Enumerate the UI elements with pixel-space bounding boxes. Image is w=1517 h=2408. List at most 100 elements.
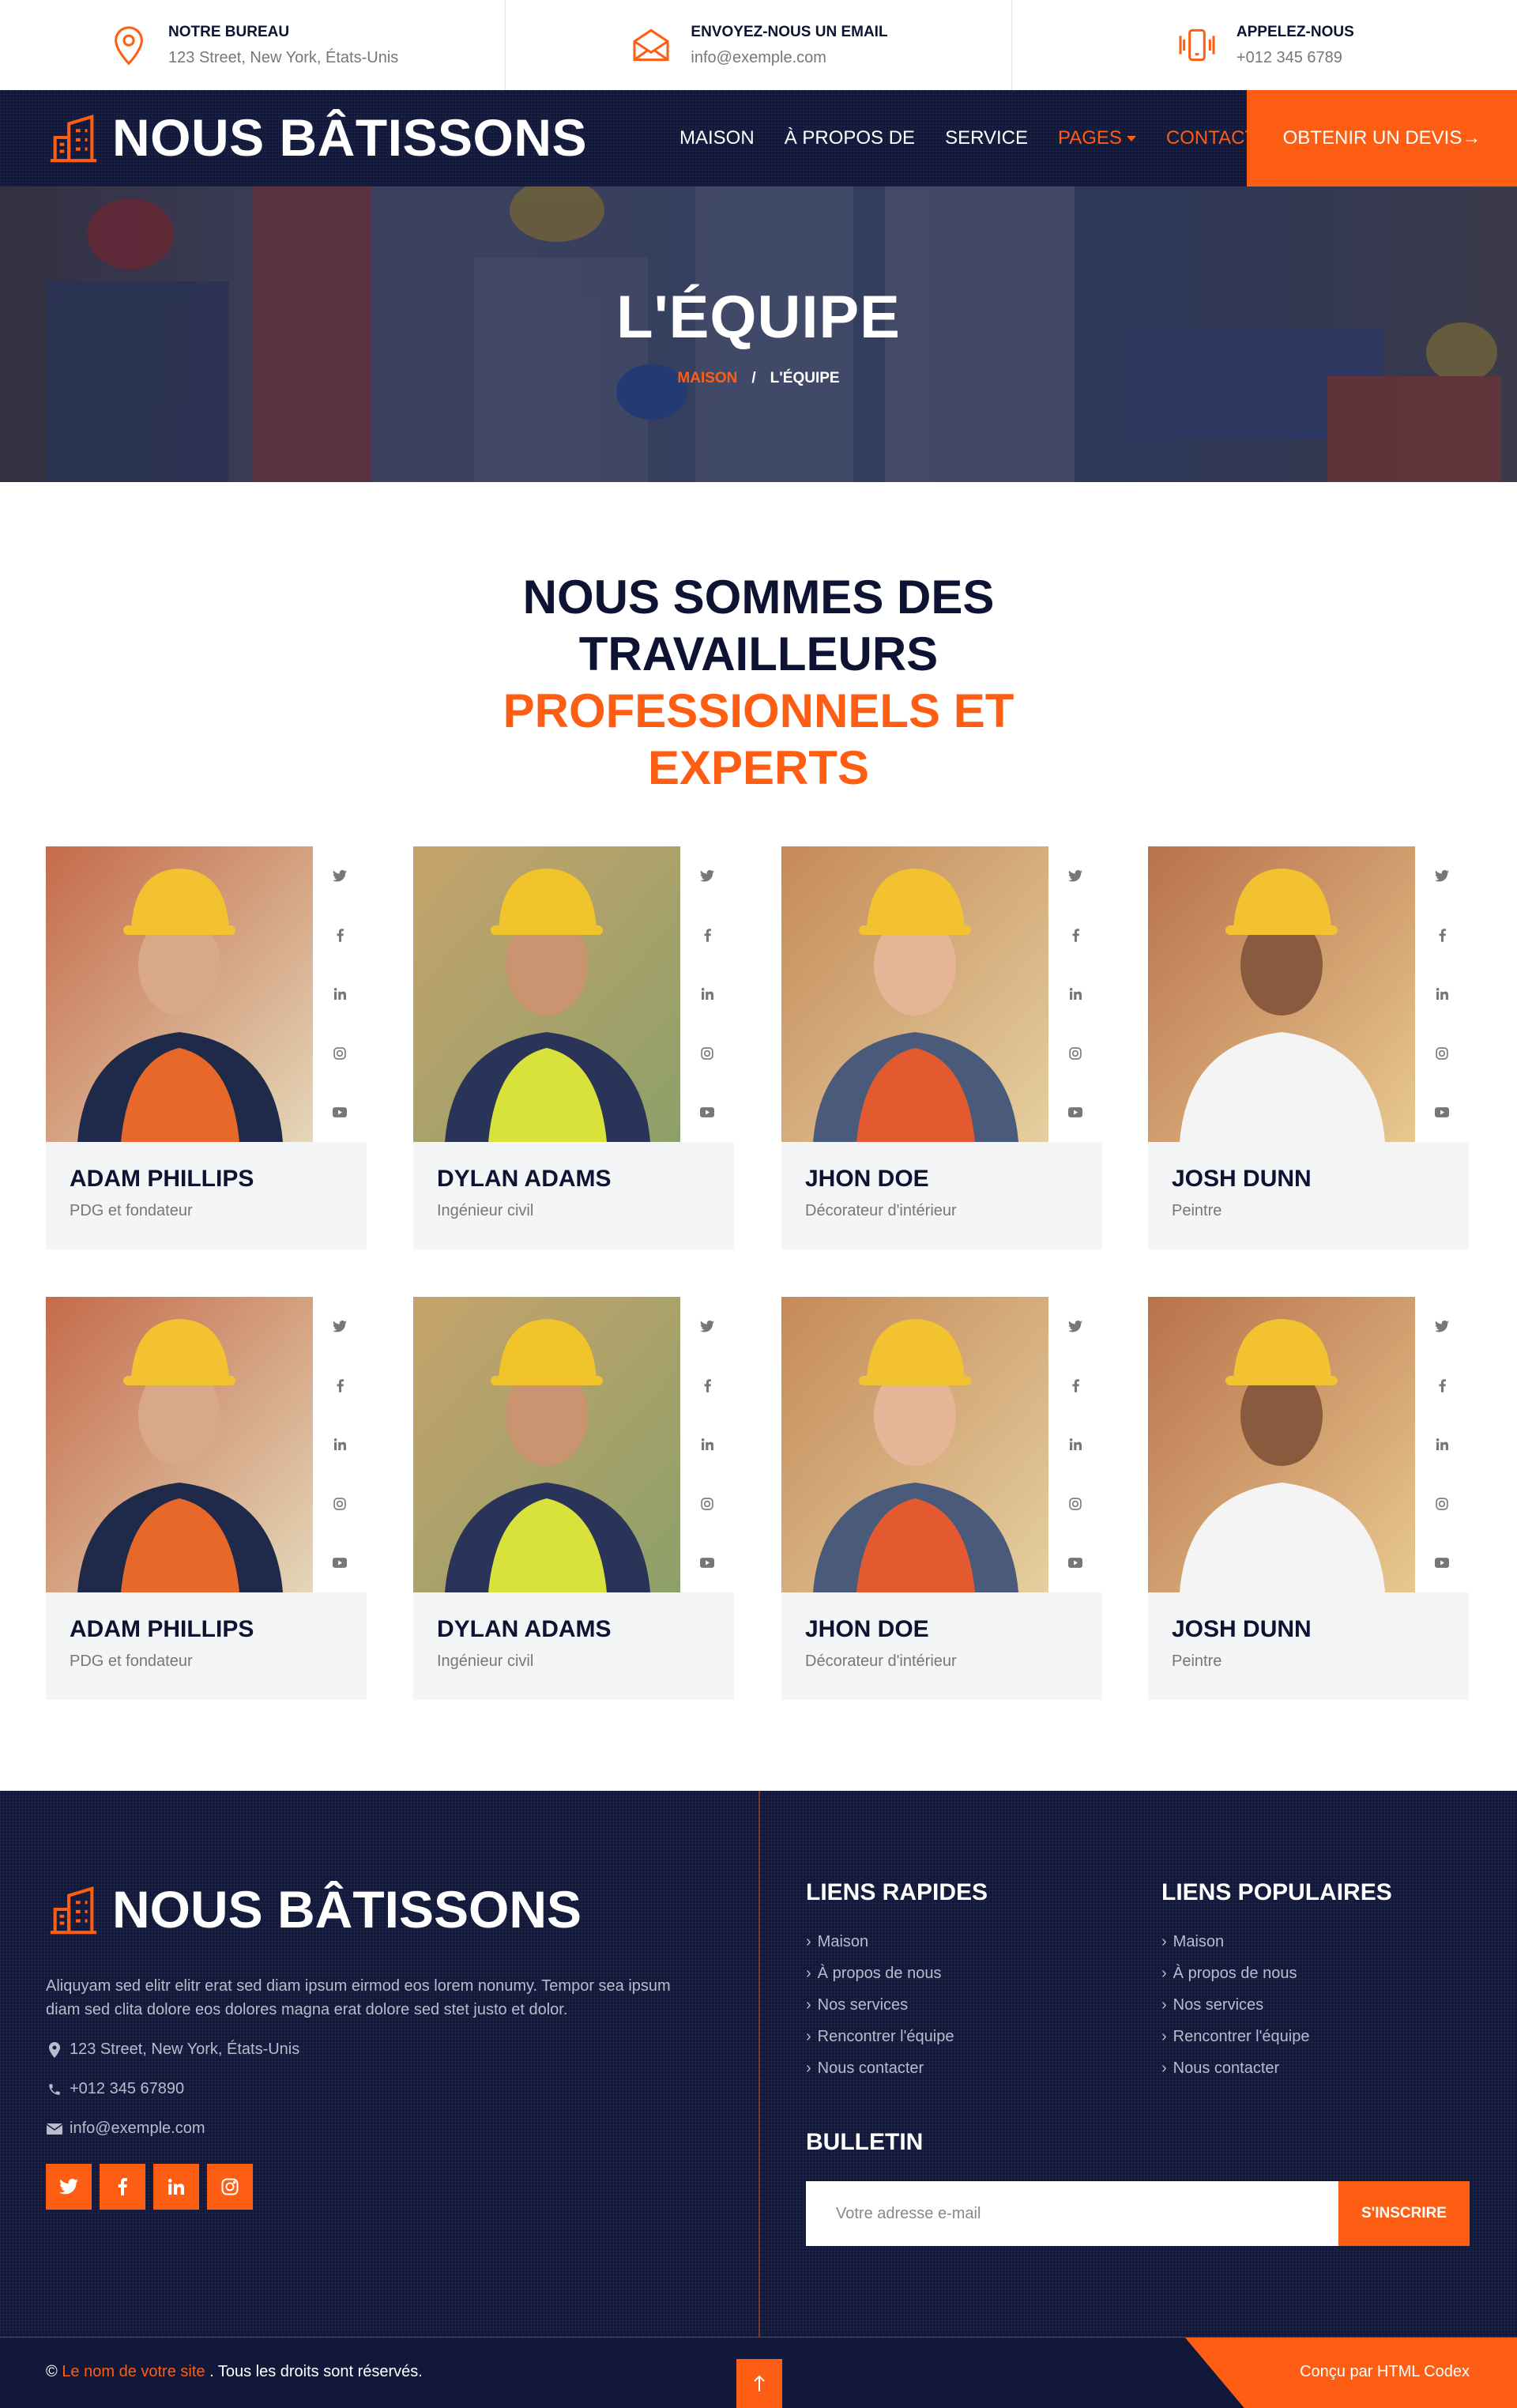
instagram-icon[interactable] (1067, 1045, 1084, 1062)
footer-email-text[interactable]: info@exemple.com (70, 2120, 205, 2138)
newsletter-email-input[interactable] (806, 2181, 1338, 2246)
instagram-icon[interactable] (698, 1045, 716, 1062)
email-title: ENVOYEZ-NOUS UN EMAIL (691, 23, 888, 40)
footer-link[interactable]: › Maison (806, 1933, 868, 1951)
title-line-1: NOUS SOMMES DES (522, 571, 995, 624)
site-name-link[interactable]: Le nom de votre site (62, 2363, 205, 2380)
footer-link[interactable]: › Rencontrer l'équipe (1161, 2028, 1309, 2046)
email-info: ENVOYEZ-NOUS UN EMAIL info@exemple.com (506, 0, 1012, 90)
instagram-icon[interactable] (1067, 1495, 1084, 1513)
team-member-photo (781, 846, 1048, 1142)
youtube-icon[interactable] (1067, 1554, 1084, 1572)
phone-number[interactable]: +012 345 6789 (1237, 49, 1354, 67)
nav-item-a-propos[interactable]: À PROPOS DE (785, 127, 915, 149)
twitter-icon[interactable] (1433, 867, 1451, 884)
envelope-icon (46, 2123, 63, 2135)
youtube-icon[interactable] (1433, 1554, 1451, 1572)
youtube-icon[interactable] (1433, 1104, 1451, 1121)
twitter-icon[interactable] (331, 1317, 348, 1335)
social-links (680, 846, 734, 1142)
linkedin-icon[interactable] (331, 985, 348, 1003)
footer-address: 123 Street, New York, États-Unis (46, 2041, 299, 2059)
team-member-photo (1148, 846, 1415, 1142)
youtube-icon[interactable] (698, 1554, 716, 1572)
breadcrumb-current: L'ÉQUIPE (770, 370, 840, 386)
nav-item-service[interactable]: SERVICE (945, 127, 1028, 149)
facebook-icon[interactable] (1433, 1377, 1451, 1394)
email-address[interactable]: info@exemple.com (691, 49, 887, 67)
instagram-icon[interactable] (1433, 1495, 1451, 1513)
team-member-role: Peintre (1172, 1652, 1222, 1670)
team-member-name: DYLAN ADAMS (437, 1616, 612, 1642)
footer-link[interactable]: › Nous contacter (1161, 2059, 1279, 2078)
nav-menu: MAISON À PROPOS DE SERVICE PAGES CONTACT (679, 90, 1286, 187)
linkedin-icon[interactable] (698, 1436, 716, 1453)
brand-logo[interactable]: NOUS BÂTISSONS (46, 107, 587, 168)
footer-brand[interactable]: NOUS BÂTISSONS (46, 1879, 582, 1939)
linkedin-icon[interactable] (698, 985, 716, 1003)
linkedin-icon[interactable] (1433, 1436, 1451, 1453)
twitter-icon[interactable] (1433, 1317, 1451, 1335)
footer-link[interactable]: › Nos services (806, 1996, 908, 2014)
chevron-right-icon: › (1161, 2028, 1167, 2045)
footer-email: info@exemple.com (46, 2120, 205, 2138)
linkedin-icon[interactable] (1067, 1436, 1084, 1453)
youtube-icon[interactable] (331, 1554, 348, 1572)
chevron-right-icon: › (806, 2059, 811, 2077)
twitter-icon[interactable] (46, 2164, 92, 2210)
twitter-icon[interactable] (1067, 867, 1084, 884)
footer-link-label: À propos de nous (1173, 1965, 1297, 1982)
facebook-icon[interactable] (698, 926, 716, 944)
footer-phone: +012 345 67890 (46, 2080, 184, 2098)
instagram-icon[interactable] (207, 2164, 253, 2210)
instagram-icon[interactable] (698, 1495, 716, 1513)
youtube-icon[interactable] (698, 1104, 716, 1121)
team-member-card: JOSH DUNN Peintre (1148, 1297, 1469, 1700)
linkedin-icon[interactable] (153, 2164, 199, 2210)
facebook-icon[interactable] (1433, 926, 1451, 944)
footer-link[interactable]: › Nous contacter (806, 2059, 924, 2078)
facebook-icon[interactable] (1067, 926, 1084, 944)
chevron-right-icon: › (1161, 1965, 1167, 1982)
team-member-card: ADAM PHILLIPS PDG et fondateur (46, 846, 367, 1249)
twitter-icon[interactable] (1067, 1317, 1084, 1335)
phone-icon (49, 2083, 60, 2095)
subscribe-button[interactable]: S'INSCRIRE (1338, 2181, 1470, 2246)
team-member-photo (413, 846, 680, 1142)
footer-link[interactable]: › Nos services (1161, 1996, 1263, 2014)
designer-link[interactable]: HTML Codex (1377, 2363, 1470, 2380)
youtube-icon[interactable] (331, 1104, 348, 1121)
team-member-role: PDG et fondateur (70, 1652, 193, 1670)
nav-item-maison[interactable]: MAISON (679, 127, 755, 149)
twitter-icon[interactable] (331, 867, 348, 884)
linkedin-icon[interactable] (331, 1436, 348, 1453)
team-member-card: JHON DOE Décorateur d'intérieur (781, 1297, 1102, 1700)
back-to-top-button[interactable] (736, 2359, 782, 2408)
instagram-icon[interactable] (331, 1495, 348, 1513)
twitter-icon[interactable] (698, 1317, 716, 1335)
facebook-icon[interactable] (698, 1377, 716, 1394)
nav-item-contact[interactable]: CONTACT (1166, 127, 1256, 149)
breadcrumb-home[interactable]: MAISON (677, 370, 737, 386)
footer-phone-text[interactable]: +012 345 67890 (70, 2080, 184, 2098)
phone-ringing-icon (1179, 28, 1215, 62)
footer-link[interactable]: › Rencontrer l'équipe (806, 2028, 954, 2046)
footer-link[interactable]: › Maison (1161, 1933, 1224, 1951)
instagram-icon[interactable] (331, 1045, 348, 1062)
twitter-icon[interactable] (698, 867, 716, 884)
facebook-icon[interactable] (331, 1377, 348, 1394)
nav-item-pages[interactable]: PAGES (1058, 127, 1136, 149)
instagram-icon[interactable] (1433, 1045, 1451, 1062)
team-member-name: ADAM PHILLIPS (70, 1616, 254, 1642)
team-member-card: JOSH DUNN Peintre (1148, 846, 1469, 1249)
get-quote-button[interactable]: OBTENIR UN DEVIS→ (1247, 90, 1517, 187)
facebook-icon[interactable] (1067, 1377, 1084, 1394)
facebook-icon[interactable] (331, 926, 348, 944)
linkedin-icon[interactable] (1067, 985, 1084, 1003)
chevron-right-icon: › (1161, 2059, 1167, 2077)
footer-link[interactable]: › À propos de nous (806, 1965, 941, 1983)
footer-link[interactable]: › À propos de nous (1161, 1965, 1297, 1983)
linkedin-icon[interactable] (1433, 985, 1451, 1003)
facebook-icon[interactable] (100, 2164, 145, 2210)
youtube-icon[interactable] (1067, 1104, 1084, 1121)
